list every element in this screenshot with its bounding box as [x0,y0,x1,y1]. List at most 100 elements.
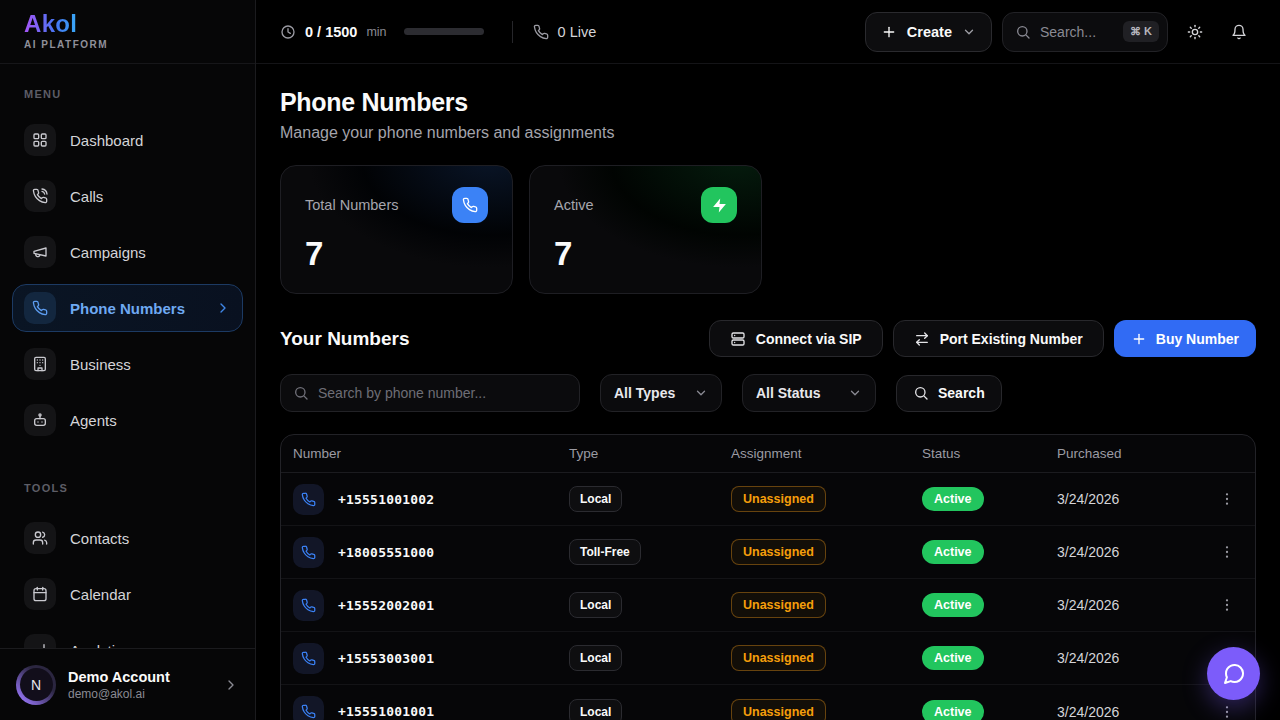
topbar-actions: Create Search... ⌘ K [865,12,1256,52]
column-header-number: Number [293,446,569,461]
search-icon [1015,24,1031,40]
chevron-right-icon [215,300,231,316]
bot-icon [32,412,48,428]
dots-vertical-icon [1219,597,1235,613]
numbers-table: Number Type Assignment Status Purchased … [280,434,1256,720]
sun-icon [1187,24,1203,40]
status-filter-value: All Status [756,385,821,401]
bell-icon [1231,24,1247,40]
table-body: +15551001002 Local Unassigned Active 3/2… [281,473,1255,720]
dots-vertical-icon [1219,704,1235,720]
status-badge: Active [922,540,984,564]
sidebar-item-dashboard[interactable]: Dashboard [12,116,243,164]
table-row[interactable]: +15551001002 Local Unassigned Active 3/2… [281,473,1255,526]
chat-widget-button[interactable] [1207,647,1260,700]
phone-icon [293,643,324,674]
search-button[interactable]: Search [896,375,1002,412]
phone-icon [293,590,324,621]
stats-row: Total Numbers 7 Active 7 [280,165,1256,294]
plus-icon [881,24,897,40]
column-header-status: Status [922,446,1057,461]
calendar-icon [32,586,48,602]
sidebar-item-business[interactable]: Business [12,340,243,388]
phone-search-input[interactable] [318,385,567,401]
status-filter-select[interactable]: All Status [742,374,876,412]
account-info: Demo Account demo@akol.ai [68,669,170,701]
page-title: Phone Numbers [280,88,1256,117]
table-row[interactable]: +18005551000 Toll-Free Unassigned Active… [281,526,1255,579]
search-icon [913,385,929,401]
swap-arrows-icon [914,331,930,347]
menu-list: Dashboard Calls Campaigns Phone Numbers … [12,116,243,444]
server-icon [730,331,746,347]
stat-label: Total Numbers [305,197,398,213]
theme-toggle-button[interactable] [1178,15,1212,49]
chat-bubble-icon [1222,662,1246,686]
sidebar-item-calls[interactable]: Calls [12,172,243,220]
chevron-down-icon [848,386,862,400]
column-header-assignment: Assignment [731,446,922,461]
account-footer[interactable]: N Demo Account demo@akol.ai [0,648,255,720]
table-row[interactable]: +15552002001 Local Unassigned Active 3/2… [281,579,1255,632]
brand-name: Akol [24,10,77,38]
dots-vertical-icon [1219,491,1235,507]
stat-card-total-numbers: Total Numbers 7 [280,165,513,294]
row-actions-button[interactable] [1211,483,1243,515]
phone-icon [452,187,488,223]
type-badge: Local [569,486,622,512]
assignment-badge: Unassigned [731,699,826,720]
column-header-purchased: Purchased [1057,446,1203,461]
type-badge: Local [569,699,622,720]
stat-card-active: Active 7 [529,165,762,294]
assignment-badge: Unassigned [731,486,826,512]
status-badge: Active [922,700,984,720]
table-row[interactable]: +15551001001 Local Unassigned Active 3/2… [281,685,1255,720]
live-calls-indicator: 0 Live [533,24,597,40]
search-shortcut-badge: ⌘ K [1123,21,1159,42]
create-button[interactable]: Create [865,12,992,52]
sidebar-item-agents[interactable]: Agents [12,396,243,444]
phone-icon [32,300,48,316]
type-badge: Toll-Free [569,539,641,565]
column-header-type: Type [569,446,731,461]
connect-sip-button[interactable]: Connect via SIP [709,320,883,357]
phone-icon [293,696,324,720]
sidebar-item-phone-numbers[interactable]: Phone Numbers [12,284,243,332]
account-name: Demo Account [68,669,170,685]
your-numbers-actions: Connect via SIP Port Existing Number Buy… [709,320,1256,357]
row-actions-button[interactable] [1211,536,1243,568]
buy-number-button[interactable]: Buy Number [1114,320,1256,357]
row-actions-button[interactable] [1211,589,1243,621]
phone-search-box [280,374,580,412]
phone-icon [293,537,324,568]
brand-subtitle: AI PLATFORM [24,39,231,50]
sidebar-item-calendar[interactable]: Calendar [12,570,243,618]
phone-icon [293,484,324,515]
minutes-unit: min [366,25,386,39]
port-number-button[interactable]: Port Existing Number [893,320,1104,357]
clock-icon [280,24,296,40]
table-row[interactable]: +15553003001 Local Unassigned Active 3/2… [281,632,1255,685]
phone-icon [533,24,549,40]
notifications-button[interactable] [1222,15,1256,49]
menu-section-label: MENU [24,88,231,100]
table-header: Number Type Assignment Status Purchased [281,435,1255,473]
phone-number: +18005551000 [338,545,434,560]
status-badge: Active [922,593,984,617]
phone-number: +15552002001 [338,598,434,613]
sidebar-item-campaigns[interactable]: Campaigns [12,228,243,276]
plus-icon [1131,331,1147,347]
stat-label: Active [554,197,594,213]
topbar: 0 / 1500 min 0 Live Create Search... ⌘ K [256,0,1280,64]
purchased-date: 3/24/2026 [1057,597,1203,613]
page-content: Phone Numbers Manage your phone numbers … [256,64,1280,720]
global-search[interactable]: Search... ⌘ K [1002,12,1168,52]
chevron-down-icon [962,25,976,39]
type-badge: Local [569,592,622,618]
status-badge: Active [922,646,984,670]
minutes-value: 0 / 1500 [305,24,357,40]
assignment-badge: Unassigned [731,539,826,565]
dashboard-icon [32,132,48,148]
sidebar-item-contacts[interactable]: Contacts [12,514,243,562]
type-filter-select[interactable]: All Types [600,374,722,412]
